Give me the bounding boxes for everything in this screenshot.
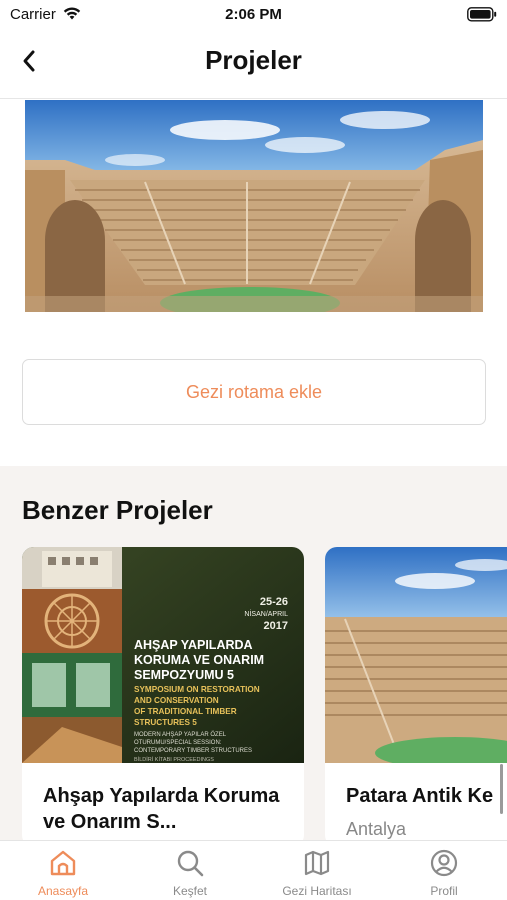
tab-label: Anasayfa [37,884,89,898]
add-to-route-button[interactable]: Gezi rotama ekle [22,359,486,425]
status-bar: Carrier 2:06 PM [0,0,507,30]
poster-english-line2: AND CONSERVATION [134,696,219,705]
tab-trip-map[interactable]: Gezi Haritası [254,841,380,900]
tab-bar: Anasayfa Keşfet Gezi Haritası Profil [0,840,507,900]
home-icon [50,850,76,876]
search-icon [177,850,204,877]
tab-label: Gezi Haritası [282,884,352,898]
profile-icon [430,849,458,877]
poster-heading-line2: KORUMA VE ONARIM [134,653,264,667]
tab-home[interactable]: Anasayfa [0,841,126,900]
battery-icon [467,7,497,22]
card-title: Patara Antik Ke [346,785,494,807]
section-title: Benzer Projeler [22,495,213,525]
poster-date-year: 2017 [264,620,288,632]
similar-projects-section: Benzer Projeler 25-26 NİSAN/APRIL 2017 A… [0,466,507,846]
poster-session-line1: MODERN AHŞAP YAPILAR ÖZEL [134,731,227,738]
tab-profile[interactable]: Profil [381,841,507,900]
tab-label: Profil [430,884,458,898]
page-title: Projeler [205,45,302,75]
tab-explore[interactable]: Keşfet [127,841,253,900]
poster-heading-line3: SEMPOZYUMU 5 [134,668,234,682]
status-time: 2:06 PM [225,6,282,23]
poster-date-days: 25-26 [260,596,288,608]
tab-label: Keşfet [172,884,208,898]
poster-date-month: NİSAN/APRIL [244,609,288,618]
hero-image [25,100,483,312]
card-image: 25-26 NİSAN/APRIL 2017 AHŞAP YAPILARDA K… [22,547,304,763]
poster-heading-line1: AHŞAP YAPILARDA [134,638,253,652]
nav-divider [0,98,507,99]
project-card[interactable]: Patara Antik Ke Antalya [325,547,507,846]
poster-english-line4: STRUCTURES 5 [134,718,197,727]
poster-english-line1: SYMPOSIUM ON RESTORATION [134,685,260,694]
card-image [325,547,507,763]
poster-session-line2: OTURUMU/SPECIAL SESSION: [134,740,222,746]
project-card[interactable]: 25-26 NİSAN/APRIL 2017 AHŞAP YAPILARDA K… [22,547,304,846]
poster-footer: BİLDİRİ KİTABI PROCEEDINGS [134,756,214,763]
poster-session-line3: CONTEMPORARY TIMBER STRUCTURES [134,748,252,754]
map-icon [304,850,330,876]
poster-english-line3: OF TRADITIONAL TIMBER [134,707,237,716]
card-title: Ahşap Yapılarda Koruma ve Onarım S... [43,785,280,833]
card-location: Antalya [346,819,407,839]
nav-bar: Projeler [0,30,507,96]
scroll-indicator[interactable] [500,764,503,814]
